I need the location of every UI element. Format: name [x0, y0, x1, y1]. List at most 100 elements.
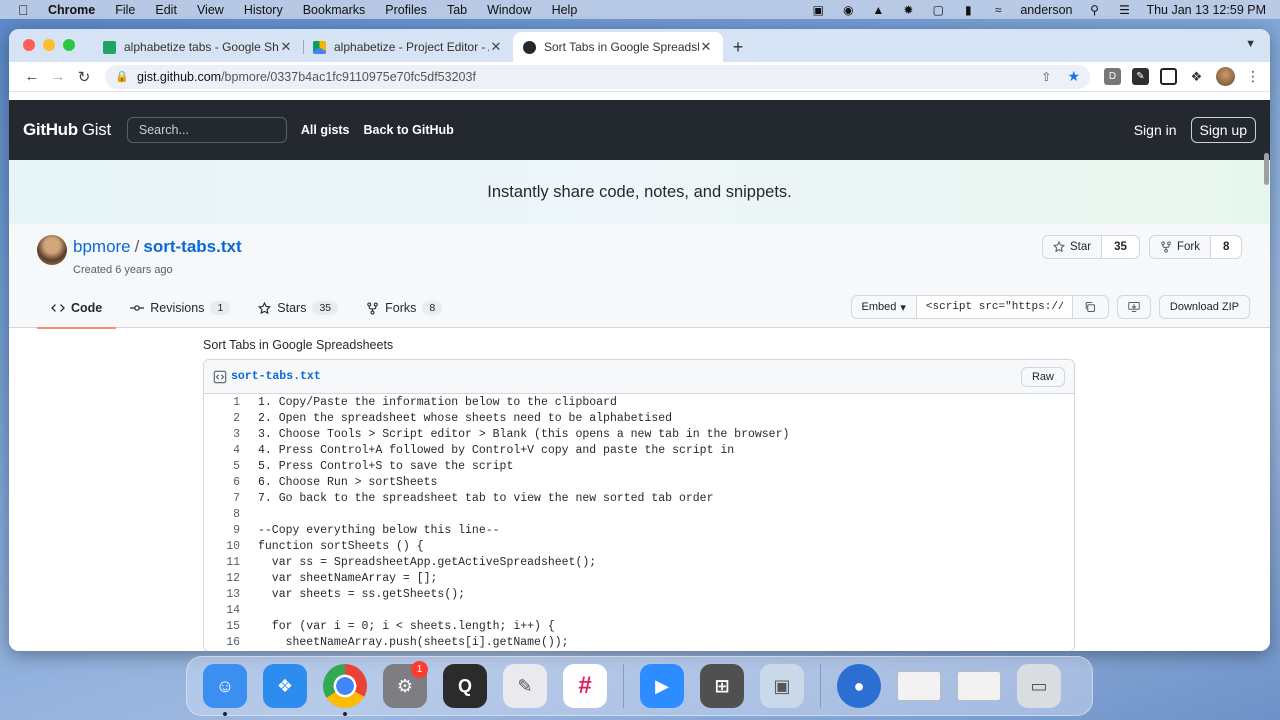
tab-search-chevron-icon[interactable]: ▼ [1245, 38, 1256, 50]
forward-arrow-icon[interactable]: → [45, 68, 71, 85]
gist-file-link[interactable]: sort-tabs.txt [143, 237, 241, 256]
bookmark-star-icon[interactable]: ★ [1067, 68, 1080, 85]
extension-screen-icon[interactable] [1160, 68, 1177, 85]
dock-preview[interactable]: ▣ [757, 663, 807, 709]
star-count[interactable]: 35 [1102, 236, 1139, 258]
embed-dropdown[interactable]: Embed ▾ [851, 296, 917, 318]
gist-search-input[interactable] [126, 117, 287, 143]
line-number[interactable]: 9 [204, 523, 240, 539]
share-icon[interactable]: ⇧ [1041, 70, 1051, 84]
creative-cloud-icon[interactable]: ◉ [840, 3, 856, 17]
camera-icon[interactable]: ▣ [810, 3, 826, 17]
menu-edit[interactable]: Edit [155, 3, 177, 17]
fullscreen-window-button[interactable] [63, 39, 75, 51]
tab-stars[interactable]: Stars 35 [244, 288, 352, 328]
fork-button[interactable]: Fork [1150, 236, 1211, 258]
reload-icon[interactable]: ↻ [71, 68, 97, 86]
gist-owner-link[interactable]: bpmore [73, 237, 131, 256]
line-number[interactable]: 1 [204, 395, 240, 411]
spotlight-search-icon[interactable]: ⚲ [1086, 3, 1102, 17]
extension-chart-icon[interactable]: ✎ [1132, 68, 1149, 85]
dock-chrome-window-2[interactable] [954, 663, 1004, 709]
dock-zoom[interactable]: ▶ [637, 663, 687, 709]
dock-trash[interactable]: ▭ [1014, 663, 1064, 709]
dock-finder[interactable]: ☺ [200, 663, 250, 716]
menu-tab[interactable]: Tab [447, 3, 467, 17]
line-number[interactable]: 7 [204, 491, 240, 507]
line-number[interactable]: 12 [204, 571, 240, 587]
address-bar[interactable]: 🔒 gist.github.com/bpmore/0337b4ac1fc9110… [105, 64, 1090, 89]
browser-tab-sheets[interactable]: alphabetize tabs - Google Sheets ✕ [93, 32, 303, 62]
extension-d-icon[interactable]: D [1104, 68, 1121, 85]
all-gists-link[interactable]: All gists [301, 123, 350, 137]
line-number[interactable]: 6 [204, 475, 240, 491]
dock-calculator[interactable]: ⊞ [697, 663, 747, 709]
dock-system-preferences[interactable]: ⚙ 1 [380, 661, 430, 709]
scrollbar-thumb[interactable] [1264, 153, 1269, 185]
github-gist-logo[interactable]: GitHub Gist [23, 120, 111, 140]
line-number[interactable]: 3 [204, 427, 240, 443]
star-button[interactable]: Star [1043, 236, 1103, 258]
fork-count[interactable]: 8 [1211, 236, 1242, 258]
close-tab-icon[interactable]: ✕ [279, 39, 293, 55]
copy-icon[interactable] [1071, 296, 1108, 318]
close-tab-icon[interactable]: ✕ [699, 39, 713, 55]
code-view[interactable]: 1 1. Copy/Paste the information below to … [204, 394, 1074, 651]
menu-profiles[interactable]: Profiles [385, 3, 427, 17]
line-number[interactable]: 16 [204, 635, 240, 651]
wifi-icon[interactable]: ≈ [990, 3, 1006, 17]
sign-in-link[interactable]: Sign in [1134, 122, 1177, 138]
raw-button[interactable]: Raw [1020, 366, 1065, 387]
new-tab-button[interactable]: + [723, 32, 753, 62]
back-arrow-icon[interactable]: ← [19, 68, 45, 85]
owner-avatar[interactable] [37, 235, 67, 265]
dock-network-globe[interactable]: ● [834, 663, 884, 709]
line-number[interactable]: 15 [204, 619, 240, 635]
menu-app-name[interactable]: Chrome [48, 3, 95, 17]
profile-avatar[interactable] [1216, 67, 1235, 86]
line-number[interactable]: 4 [204, 443, 240, 459]
close-tab-icon[interactable]: ✕ [489, 39, 503, 55]
menu-window[interactable]: Window [487, 3, 531, 17]
page-scrollbar[interactable] [1262, 93, 1270, 651]
dock-quicktime[interactable]: Q [440, 663, 490, 709]
minimize-window-button[interactable] [43, 39, 55, 51]
close-window-button[interactable] [23, 39, 35, 51]
menubar-datetime[interactable]: Thu Jan 13 12:59 PM [1146, 3, 1266, 17]
line-number[interactable]: 2 [204, 411, 240, 427]
menu-file[interactable]: File [115, 3, 135, 17]
download-zip-button[interactable]: Download ZIP [1158, 295, 1250, 319]
line-number[interactable]: 14 [204, 603, 240, 619]
browser-tab-gist[interactable]: Sort Tabs in Google Spreadsheets ✕ [513, 32, 723, 62]
line-number[interactable]: 11 [204, 555, 240, 571]
tab-code[interactable]: Code [37, 288, 117, 329]
extension-status-icon[interactable]: ✹ [900, 3, 916, 17]
lock-icon[interactable]: 🔒 [115, 70, 129, 83]
battery-icon[interactable]: ▮ [960, 3, 976, 17]
menu-bookmarks[interactable]: Bookmarks [303, 3, 366, 17]
screen-mirroring-icon[interactable]: ▢ [930, 3, 946, 17]
chrome-menu-icon[interactable]: ⋮ [1246, 68, 1260, 85]
browser-tab-apps-script[interactable]: alphabetize - Project Editor - Apps Scri… [303, 32, 513, 62]
embed-code-input[interactable] [916, 296, 1072, 318]
tab-forks[interactable]: Forks 8 [352, 288, 456, 328]
dock-photo-editor[interactable]: ✎ [500, 663, 550, 709]
dock-chrome-window-1[interactable] [894, 663, 944, 709]
drive-icon[interactable]: ▲ [870, 3, 886, 17]
back-to-github-link[interactable]: Back to GitHub [364, 123, 454, 137]
file-name-link[interactable]: sort-tabs.txt [231, 370, 321, 383]
apple-icon[interactable]:  [18, 2, 32, 18]
line-number[interactable]: 13 [204, 587, 240, 603]
line-number[interactable]: 5 [204, 459, 240, 475]
tab-revisions[interactable]: Revisions 1 [116, 288, 244, 328]
open-desktop-button[interactable] [1116, 295, 1151, 319]
menubar-user[interactable]: anderson [1020, 3, 1072, 17]
menu-view[interactable]: View [197, 3, 224, 17]
control-center-icon[interactable]: ☰ [1116, 3, 1132, 17]
menu-history[interactable]: History [244, 3, 283, 17]
dock-chrome[interactable] [320, 663, 370, 716]
dock-safari[interactable]: ❖ [260, 663, 310, 709]
dock-slack[interactable]: # [560, 663, 610, 709]
line-number[interactable]: 10 [204, 539, 240, 555]
sign-up-button[interactable]: Sign up [1190, 117, 1256, 143]
